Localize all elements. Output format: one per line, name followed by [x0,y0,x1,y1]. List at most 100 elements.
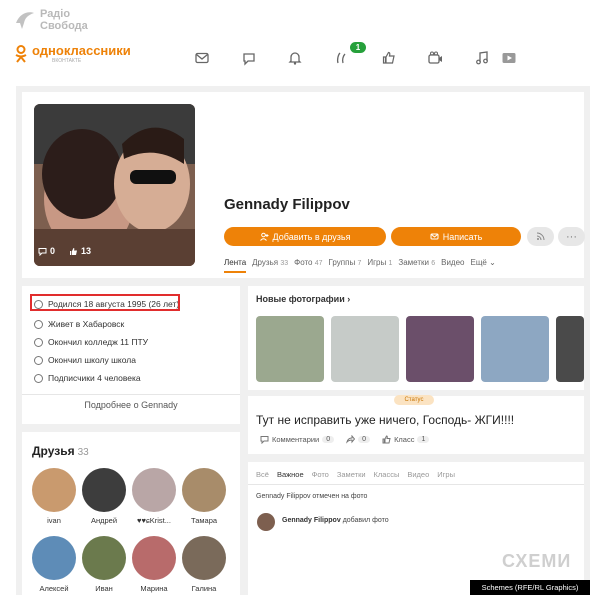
tab-feed[interactable]: Лента [224,258,247,273]
chevron-right-icon: › [347,294,351,304]
divider [22,394,240,395]
schemes-watermark: СХЕМИ [502,551,572,571]
feed-tab-important[interactable]: Важное [277,470,304,479]
feed-tab-video[interactable]: Видео [407,470,429,479]
feed-tab-classes[interactable]: Классы [374,470,400,479]
feed-item-text: Gennady Filippov отмечен на фото [256,493,368,500]
photo-thumb[interactable] [556,316,584,382]
school-icon [34,355,43,365]
notification-badge: 1 [350,42,366,53]
avatar [32,468,76,512]
add-friend-button[interactable]: Добавить в друзья [224,227,386,246]
photo-thumb[interactable] [256,316,324,382]
photo-likes[interactable]: 13 [69,246,91,256]
avatar [182,536,226,580]
friend-item[interactable]: ♥♥ɕKrist... [131,468,177,525]
class-icon [70,247,78,255]
image-credit: Schemes (RFE/RL Graphics) [470,580,590,595]
tab-games[interactable]: Игры 1 [367,258,392,267]
ok-brand-sub: ВКОНТАКТЕ [52,58,82,64]
friend-item[interactable]: Марина [131,536,177,593]
avatar [32,536,76,580]
friend-item[interactable]: Галина [181,536,227,593]
tab-more[interactable]: Ещё ⌄ [470,258,495,267]
feed-tab-games[interactable]: Игры [437,470,455,479]
photo-stats: 0 13 [38,246,91,256]
tab-photos[interactable]: Фото 47 [294,258,322,267]
friend-item[interactable]: Алексей [31,536,77,593]
friend-item[interactable]: Тамара [181,468,227,525]
radio-svoboda-watermark: Радіо Свобода [14,8,88,32]
write-message-button[interactable]: Написать [391,227,521,246]
chat-icon[interactable] [240,50,258,66]
profile-tabs: Лента Друзья 33 Фото 47 Группы 7 Игры 1 … [224,258,496,273]
status-tag: Статус [394,395,434,405]
write-message-label: Написать [442,231,483,242]
avatar [132,468,176,512]
feed-tab-photo[interactable]: Фото [312,470,329,479]
friend-item[interactable]: ivan [31,468,77,525]
mail-icon[interactable] [193,50,211,66]
tab-video[interactable]: Видео [441,258,464,267]
ok-logo[interactable]: одноклассники ВКОНТАКТЕ [14,44,131,64]
highlight-box [30,294,180,311]
photo-comments[interactable]: 0 [38,246,55,256]
photo-comments-count: 0 [50,246,56,256]
home-icon [34,319,43,329]
friend-item[interactable]: Иван [81,536,127,593]
feed-tab-all[interactable]: Всё [256,470,269,479]
more-actions-button[interactable]: ··· [558,227,585,246]
about-school-text[interactable]: Окончил школу школа [48,355,136,365]
watermark-line2: Свобода [40,20,88,32]
subscribers-icon [34,373,43,383]
watermark-line1: Радіо [40,8,71,20]
about-lives-text[interactable]: Живет в Хабаровск [48,319,124,329]
share-icon [346,435,356,444]
friend-item[interactable]: Андрей [81,468,127,525]
about-college-text[interactable]: Окончил колледж 11 ПТУ [48,337,148,347]
tab-notes[interactable]: Заметки 6 [398,258,435,267]
about-subscribers-text[interactable]: Подписчики 4 человека [48,373,141,383]
friends-count: 33 [77,447,89,458]
feed-tab-notes[interactable]: Заметки [337,470,366,479]
class-button[interactable]: Класс 1 [382,435,430,444]
ok-logo-icon [15,45,27,63]
avatar [182,468,226,512]
like-icon[interactable] [380,50,398,66]
bell-icon[interactable] [286,50,304,66]
add-friend-label: Добавить в друзья [272,231,351,242]
chevron-down-icon: ⌄ [489,258,496,267]
photo-thumb[interactable] [481,316,549,382]
tab-friends[interactable]: Друзья 33 [252,258,288,267]
about-more-link[interactable]: Подробнее о Gennady [22,400,240,410]
avatar[interactable] [257,513,275,531]
profile-name: Gennady Filippov [224,196,350,213]
page: Радіо Свобода одноклассники ВКОНТАКТЕ 1 [0,0,590,595]
bird-logo-icon [16,12,34,29]
video-player-icon[interactable] [500,50,518,66]
profile-photo[interactable] [34,104,195,266]
feed-item-text: Gennady Filippov добавил фото [282,517,389,524]
new-photos-title[interactable]: Новые фотографии › [256,294,350,304]
ok-brand-name: одноклассники [32,43,131,58]
about-school: Окончил школу школа [34,355,136,365]
photo-thumb[interactable] [331,316,399,382]
status-text: Тут не исправить уже ничего, Господь- ЖГ… [256,413,515,427]
profile-photo-image [34,104,195,266]
photo-thumb[interactable] [406,316,474,382]
status-actions: Комментарии 0 0 Класс 1 [260,435,430,444]
share-button[interactable]: 0 [346,435,371,444]
music-icon[interactable] [473,50,491,66]
video-icon[interactable] [426,50,444,66]
about-lives: Живет в Хабаровск [34,319,124,329]
tab-groups[interactable]: Группы 7 [329,258,362,267]
subscribe-button[interactable] [527,227,554,246]
feed-card [248,462,584,595]
add-user-icon [259,232,269,241]
guests-icon[interactable] [332,50,350,66]
avatar [132,536,176,580]
comments-button[interactable]: Комментарии 0 [260,435,335,444]
comment-icon [260,436,269,444]
about-college: Окончил колледж 11 ПТУ [34,337,148,347]
friends-title[interactable]: Друзья 33 [32,444,89,458]
